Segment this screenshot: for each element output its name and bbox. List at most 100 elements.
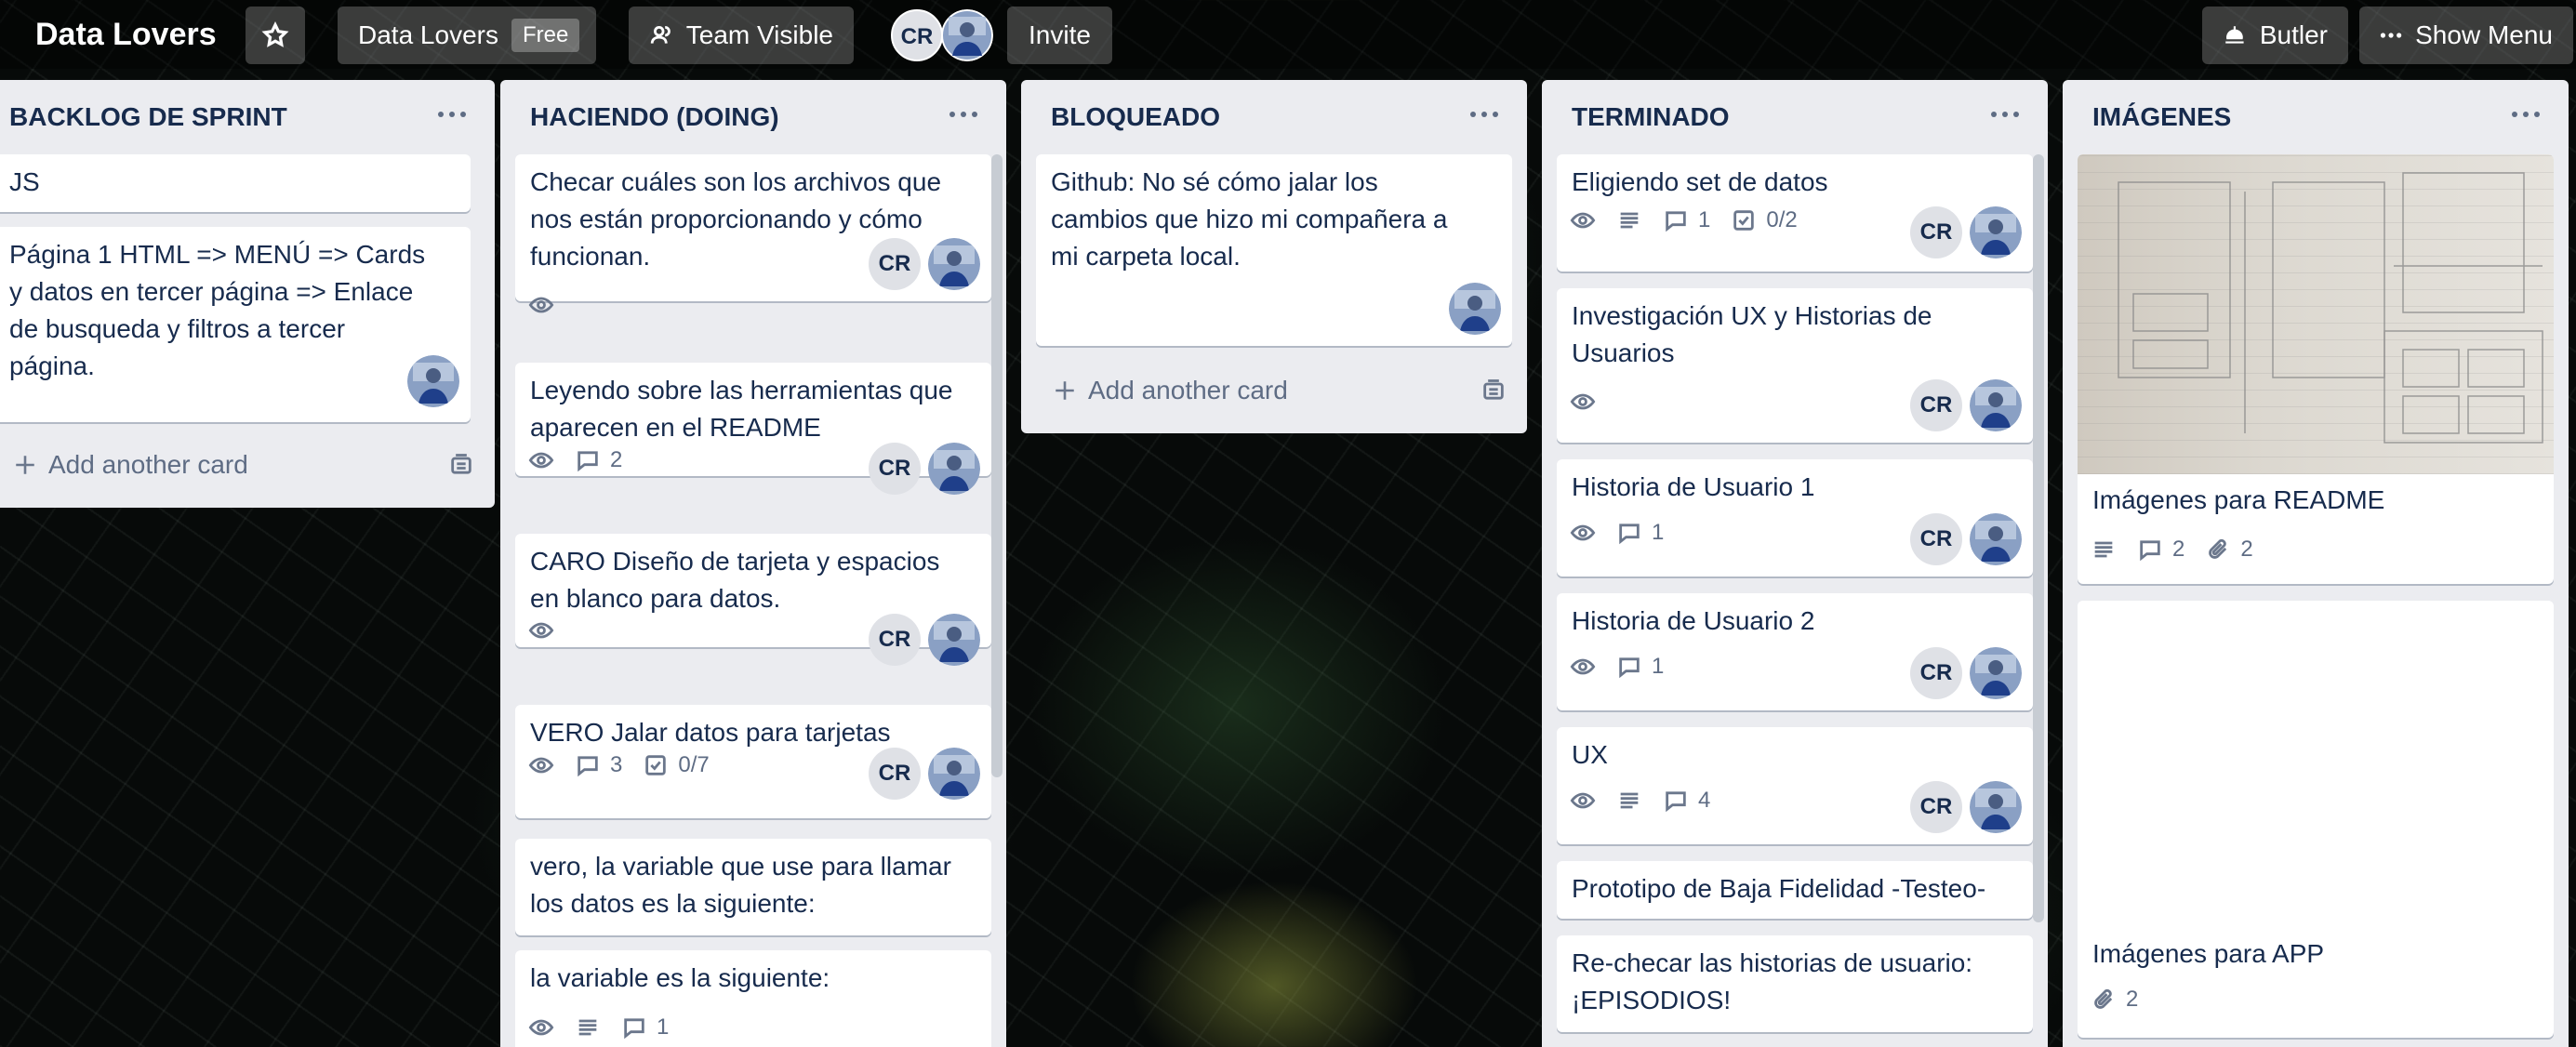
list-menu-button[interactable] [433,100,471,128]
board-title[interactable]: Data Lovers [35,13,217,56]
list-card[interactable]: CARO Diseño de tarjeta y espacios en bla… [515,534,991,666]
watch-badge [528,752,554,778]
checklist-progress: 0/7 [678,752,710,777]
list-card[interactable]: Historia de Usuario 1 1 CR [1557,459,2033,577]
team-button[interactable]: Data Lovers Free [338,7,596,64]
butler-button[interactable]: Butler [2202,7,2348,64]
list-card[interactable]: Eligiendo set de datos 1 0/2 CR [1557,154,2033,272]
paperclip-icon [2091,987,2117,1013]
star-board-button[interactable] [246,7,305,64]
list-card[interactable]: JS [0,154,471,212]
checklist-badge: 0/2 [1731,206,1798,234]
list-card[interactable]: Checar cuáles son los archivos que nos e… [515,154,991,301]
star-icon [261,21,289,47]
member-avatar-initials[interactable]: CR [1910,647,1962,699]
comment-icon [1616,654,1642,680]
card-title: Historia de Usuario 1 [1572,472,1815,501]
list-header: HACIENDO (DOING) [500,80,1006,154]
list-menu-button[interactable] [1986,100,2024,128]
card-cover-image [2078,601,2554,917]
card-badges: 1 [1570,519,1664,547]
member-avatar-photo[interactable] [1449,283,1501,335]
attachments-badge: 2 [2091,986,2138,1014]
member-avatar-photo[interactable] [928,614,980,666]
card-title: la variable es la siguiente: [530,963,830,992]
member-avatar-initials[interactable]: CR [869,443,921,495]
list-card[interactable]: Historia de Usuario 2 1 CR [1557,593,2033,710]
attachments-badge: 2 [2205,536,2253,563]
member-avatar-initials[interactable]: CR [1910,781,1962,833]
list-title[interactable]: HACIENDO (DOING) [530,102,779,132]
invite-button[interactable]: Invite [1007,7,1112,64]
member-avatar-initials[interactable]: CR [1910,379,1962,431]
list-card[interactable]: Imágenes para APP 2 [2078,601,2554,1038]
member-avatar-initials[interactable]: CR [869,748,921,800]
member-avatar-photo[interactable] [928,748,980,800]
member-avatar-photo[interactable] [928,238,980,290]
list-title[interactable]: BLOQUEADO [1051,102,1220,132]
list-title[interactable]: TERMINADO [1572,102,1730,132]
card-badges: 2 [528,446,622,474]
comments-count: 2 [2172,537,2185,562]
checklist-badge: 0/7 [643,751,710,779]
member-avatar-initials[interactable]: CR [891,9,943,61]
member-avatar-photo[interactable] [407,355,459,407]
list-scrollbar[interactable] [991,154,1003,777]
list-card[interactable]: Github: No sé cómo jalar los cambios que… [1036,154,1512,346]
board-members: CR [891,9,995,61]
list-card[interactable]: Leyendo sobre las herramientas que apare… [515,363,991,495]
member-avatar-initials[interactable]: CR [869,238,921,290]
card-title: Eligiendo set de datos [1572,167,1828,196]
comment-icon [1663,788,1689,814]
visibility-label: Team Visible [685,20,833,49]
member-avatar-photo[interactable] [941,9,993,61]
comments-badge: 1 [1616,519,1664,547]
member-avatar-photo[interactable] [928,443,980,495]
team-visible-icon [650,26,671,44]
card-title: Imágenes para APP [2092,939,2325,968]
list-menu-button[interactable] [945,100,982,128]
butler-bell-icon [2225,26,2244,44]
member-avatar-initials[interactable]: CR [869,614,921,666]
description-icon [2091,537,2117,563]
list-menu-button[interactable] [1466,100,1503,128]
member-avatar-initials[interactable]: CR [1910,513,1962,565]
description-icon [575,1014,601,1040]
member-avatar-photo[interactable] [1970,647,2022,699]
eye-icon [528,1014,554,1040]
member-avatar-initials[interactable]: CR [1910,206,1962,258]
add-card-button[interactable]: Add another card [1053,372,1288,409]
visibility-button[interactable]: Team Visible [629,7,854,64]
eye-icon [1570,389,1596,415]
add-card-label: Add another card [1088,376,1288,404]
card-members: CR [1903,379,2022,431]
checklist-progress: 0/2 [1766,207,1798,232]
eye-icon [1570,654,1596,680]
list-card[interactable]: Imágenes para README 2 2 [2078,154,2554,584]
card-template-icon[interactable] [1481,378,1507,404]
comment-icon [575,447,601,473]
list-scrollbar[interactable] [2033,154,2044,922]
show-menu-button[interactable]: Show Menu [2359,7,2573,64]
list-card[interactable]: Prototipo de Baja Fidelidad -Testeo- [1557,861,2033,919]
plan-badge: Free [511,19,580,52]
list-card[interactable]: VERO Jalar datos para tarjetas 3 0/7 CR [515,705,991,818]
member-avatar-photo[interactable] [1970,781,2022,833]
list-card[interactable]: la variable es la siguiente: 1 [515,950,991,1047]
list-card[interactable]: vero, la variable que use para llamar lo… [515,839,991,935]
card-members: CR [1903,513,2022,565]
member-avatar-photo[interactable] [1970,379,2022,431]
member-avatar-photo[interactable] [1970,513,2022,565]
list-card[interactable]: Investigación UX y Historias de Usuarios… [1557,288,2033,443]
list-title[interactable]: IMÁGENES [2092,102,2231,132]
list-title[interactable]: BACKLOG DE SPRINT [9,102,287,132]
list-card[interactable]: Página 1 HTML => MENÚ => Cards y datos e… [0,227,471,422]
list-menu-button[interactable] [2507,100,2544,128]
list-card[interactable]: UX 4 CR [1557,727,2033,844]
member-avatar-photo[interactable] [1970,206,2022,258]
add-card-button[interactable]: Add another card [13,446,248,484]
eye-icon [528,617,554,643]
card-template-icon[interactable] [448,452,474,478]
eye-icon [528,292,554,318]
list-card[interactable]: Re-checar las historias de usuario: ¡EPI… [1557,935,2033,1032]
